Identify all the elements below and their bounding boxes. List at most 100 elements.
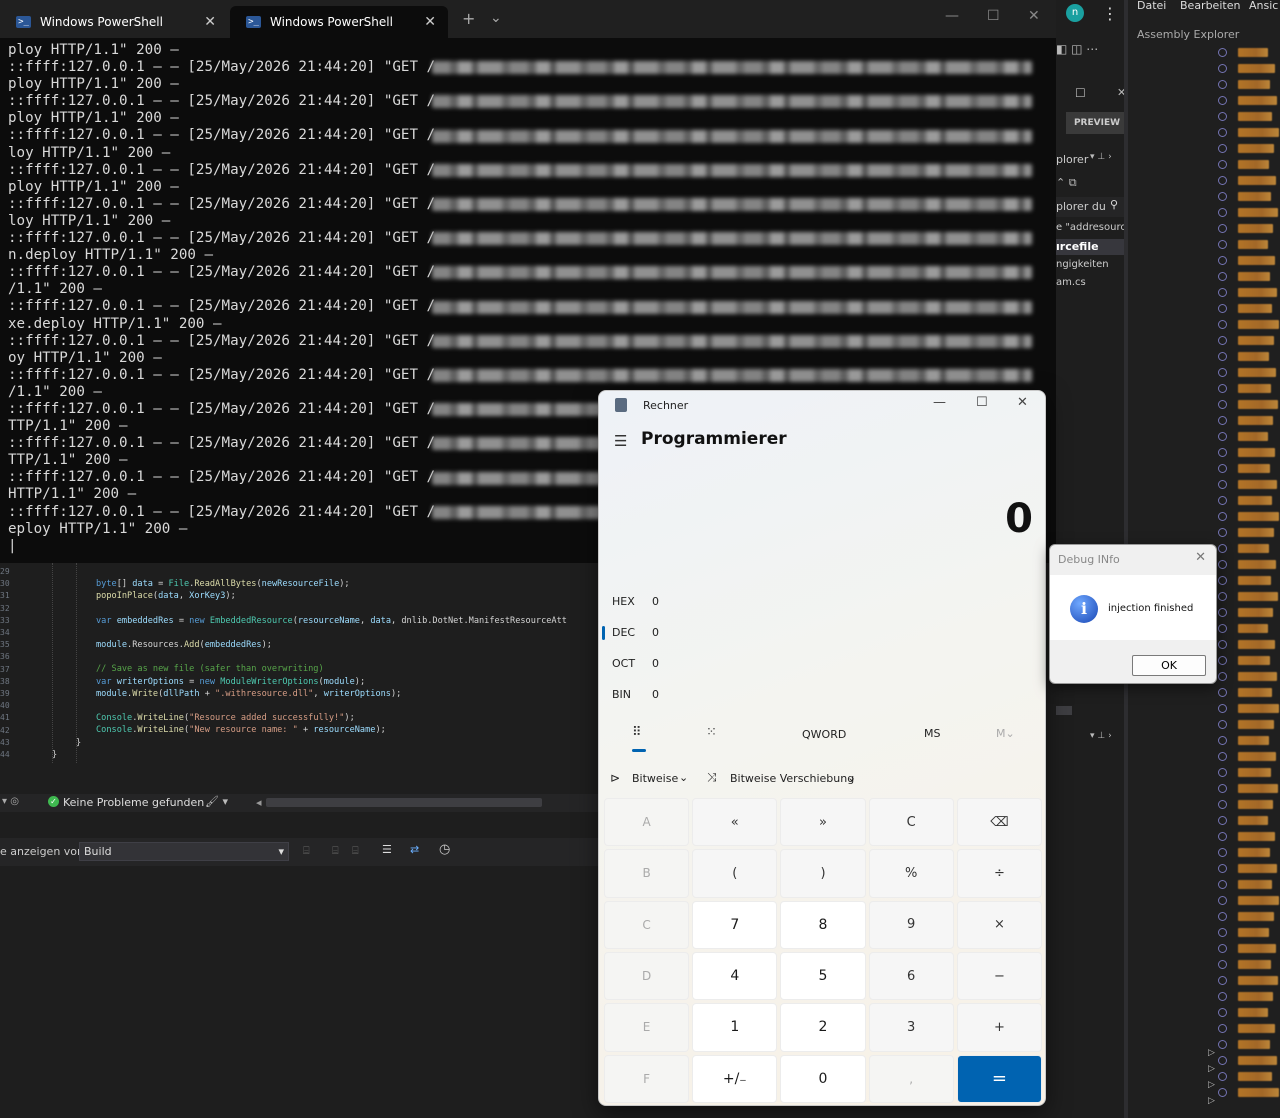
keypad-icon[interactable]: ⠿: [632, 725, 642, 740]
minimize-icon[interactable]: —: [933, 395, 946, 410]
maximize-icon[interactable]: ☐: [987, 8, 1000, 24]
chevron-down-icon[interactable]: ▾ ⊥ ›: [1090, 152, 1112, 162]
key-4-0[interactable]: E: [604, 1003, 690, 1052]
key-5-1[interactable]: +/₋: [692, 1054, 778, 1103]
scrollbar[interactable]: [1056, 706, 1072, 715]
panel-label[interactable]: plorer: [1056, 153, 1088, 166]
key-3-0[interactable]: D: [604, 951, 690, 1001]
code-token: module: [96, 688, 128, 699]
restore-icon[interactable]: ☐: [1075, 86, 1086, 100]
key-3-4[interactable]: −: [956, 951, 1042, 1001]
word-wrap-icon[interactable]: ⇄: [410, 843, 419, 856]
preview-button[interactable]: PREVIEW: [1066, 112, 1128, 134]
expand-icon[interactable]: ▷: [1208, 1048, 1215, 1058]
search-field[interactable]: plorer du: [1056, 200, 1106, 213]
output-source-select[interactable]: Build ▾: [79, 842, 289, 861]
check-icon: ✓: [48, 796, 59, 807]
horizontal-scrollbar[interactable]: [266, 798, 542, 807]
close-icon[interactable]: ✕: [1028, 8, 1040, 24]
minimize-icon[interactable]: —: [945, 8, 959, 24]
key-2-4[interactable]: ×: [956, 900, 1042, 949]
bitwise-dropdown[interactable]: Bitweise: [632, 772, 678, 785]
key-0-0[interactable]: A: [604, 798, 690, 847]
key-2-0[interactable]: C: [604, 900, 690, 949]
hamburger-menu-icon[interactable]: ☰: [614, 432, 627, 450]
key-4-3[interactable]: 3: [868, 1003, 954, 1052]
key-0-3[interactable]: C: [868, 798, 954, 847]
status-problems[interactable]: Keine Probleme gefunden: [63, 796, 204, 809]
menu-edit[interactable]: Bearbeiten: [1180, 0, 1240, 12]
key-3-2[interactable]: 5: [780, 951, 866, 1001]
expand-icon[interactable]: ▷: [1208, 1080, 1215, 1090]
close-icon[interactable]: ✕: [1017, 395, 1028, 410]
key-4-2[interactable]: 2: [780, 1003, 866, 1052]
code-editor[interactable]: 29 30 31 32 33 34 35 36 37 38 39 40 41 42 43 44 byte[] d…: [0, 563, 598, 793]
memory-store-button[interactable]: MS: [924, 727, 940, 740]
find-icon[interactable]: ⌸: [303, 844, 310, 858]
redacted-tree-label: [1238, 944, 1276, 953]
close-tab-icon[interactable]: ✕: [204, 14, 216, 30]
close-icon[interactable]: ✕: [1195, 550, 1206, 565]
key-1-2[interactable]: ): [780, 849, 866, 898]
scroll-left-icon[interactable]: ◂: [256, 796, 262, 809]
search-icon[interactable]: ⚲: [1110, 198, 1118, 211]
key-2-3[interactable]: 9: [868, 900, 954, 949]
key-5-0[interactable]: F: [604, 1054, 690, 1103]
key-0-4[interactable]: ⌫: [956, 798, 1042, 847]
clear-all-icon[interactable]: ☰: [382, 843, 392, 856]
key-1-3[interactable]: %: [868, 849, 954, 898]
key-3-3[interactable]: 6: [868, 951, 954, 1001]
go-next-icon[interactable]: ⌸: [352, 844, 359, 858]
expand-icon[interactable]: ▷: [1208, 1064, 1215, 1074]
status-arrows-icon[interactable]: ▾ ◎: [2, 796, 19, 807]
go-prev-icon[interactable]: ⌸: [332, 844, 339, 858]
key-0-2[interactable]: »: [780, 798, 866, 847]
more-options-icon[interactable]: ⋮: [1102, 4, 1118, 23]
key-5-3[interactable]: ,: [868, 1054, 954, 1103]
clock-icon[interactable]: ◷: [439, 842, 450, 857]
tree-item[interactable]: am.cs: [1056, 277, 1086, 288]
redacted-tree-label: [1238, 976, 1278, 985]
tab-powershell-2[interactable]: >_ Windows PowerShell ✕: [230, 6, 448, 38]
menu-view[interactable]: Ansic: [1249, 0, 1278, 12]
key-4-4[interactable]: +: [956, 1003, 1042, 1052]
collapse-icon[interactable]: ⌃ ⧉: [1056, 176, 1077, 190]
memory-menu-button[interactable]: M⌄: [996, 727, 1015, 740]
redacted-tree-label: [1238, 800, 1273, 809]
new-tab-button[interactable]: +: [462, 9, 475, 28]
expand-icon[interactable]: ▷: [1208, 1096, 1215, 1106]
bit-shift-dropdown[interactable]: Bitweise Verschiebung: [730, 772, 854, 785]
key-5-2[interactable]: 0: [780, 1054, 866, 1103]
key-1-0[interactable]: B: [604, 849, 690, 898]
key-2-2[interactable]: 8: [780, 900, 866, 949]
tab-dropdown-button[interactable]: ⌄: [490, 10, 502, 26]
menu-file[interactable]: Datei: [1137, 0, 1166, 12]
tree-item-selected[interactable]: ırcefile: [1056, 240, 1099, 253]
key-4-1[interactable]: 1: [692, 1003, 778, 1052]
key-1-1[interactable]: (: [692, 849, 778, 898]
panel-layout-icon[interactable]: ◧ ◫ ⋯: [1056, 42, 1098, 56]
powershell-icon: >_: [246, 16, 261, 28]
radix-hex[interactable]: HEX 0: [612, 595, 672, 608]
redacted-tree-label: [1238, 704, 1279, 713]
radix-oct[interactable]: OCT 0: [612, 657, 672, 670]
maximize-icon[interactable]: ☐: [976, 395, 988, 410]
key-2-1[interactable]: 7: [692, 900, 778, 949]
key-0-1[interactable]: «: [692, 798, 778, 847]
radix-dec[interactable]: DEC 0: [612, 626, 672, 639]
key-1-4[interactable]: ÷: [956, 849, 1042, 898]
avatar[interactable]: n: [1066, 4, 1084, 22]
panel-pin-icon[interactable]: ▾ ⊥ ›: [1090, 731, 1112, 741]
key-5-4[interactable]: =: [956, 1054, 1042, 1103]
radix-bin[interactable]: BIN 0: [612, 688, 672, 701]
key-3-1[interactable]: 4: [692, 951, 778, 1001]
tree-item[interactable]: e "addresourc: [1056, 222, 1126, 233]
tree-item[interactable]: ngigkeiten: [1056, 259, 1109, 270]
bit-toggle-icon[interactable]: ⁙: [706, 725, 717, 740]
code-line: byte[] data = File.ReadAllBytes(newResou…: [96, 578, 350, 590]
close-tab-icon[interactable]: ✕: [424, 14, 436, 30]
word-size-button[interactable]: QWORD: [802, 728, 846, 741]
ok-button[interactable]: OK: [1132, 655, 1206, 676]
tab-powershell-1[interactable]: >_ Windows PowerShell ✕: [0, 6, 228, 38]
brush-icon[interactable]: 🖌 ▾: [205, 795, 228, 808]
